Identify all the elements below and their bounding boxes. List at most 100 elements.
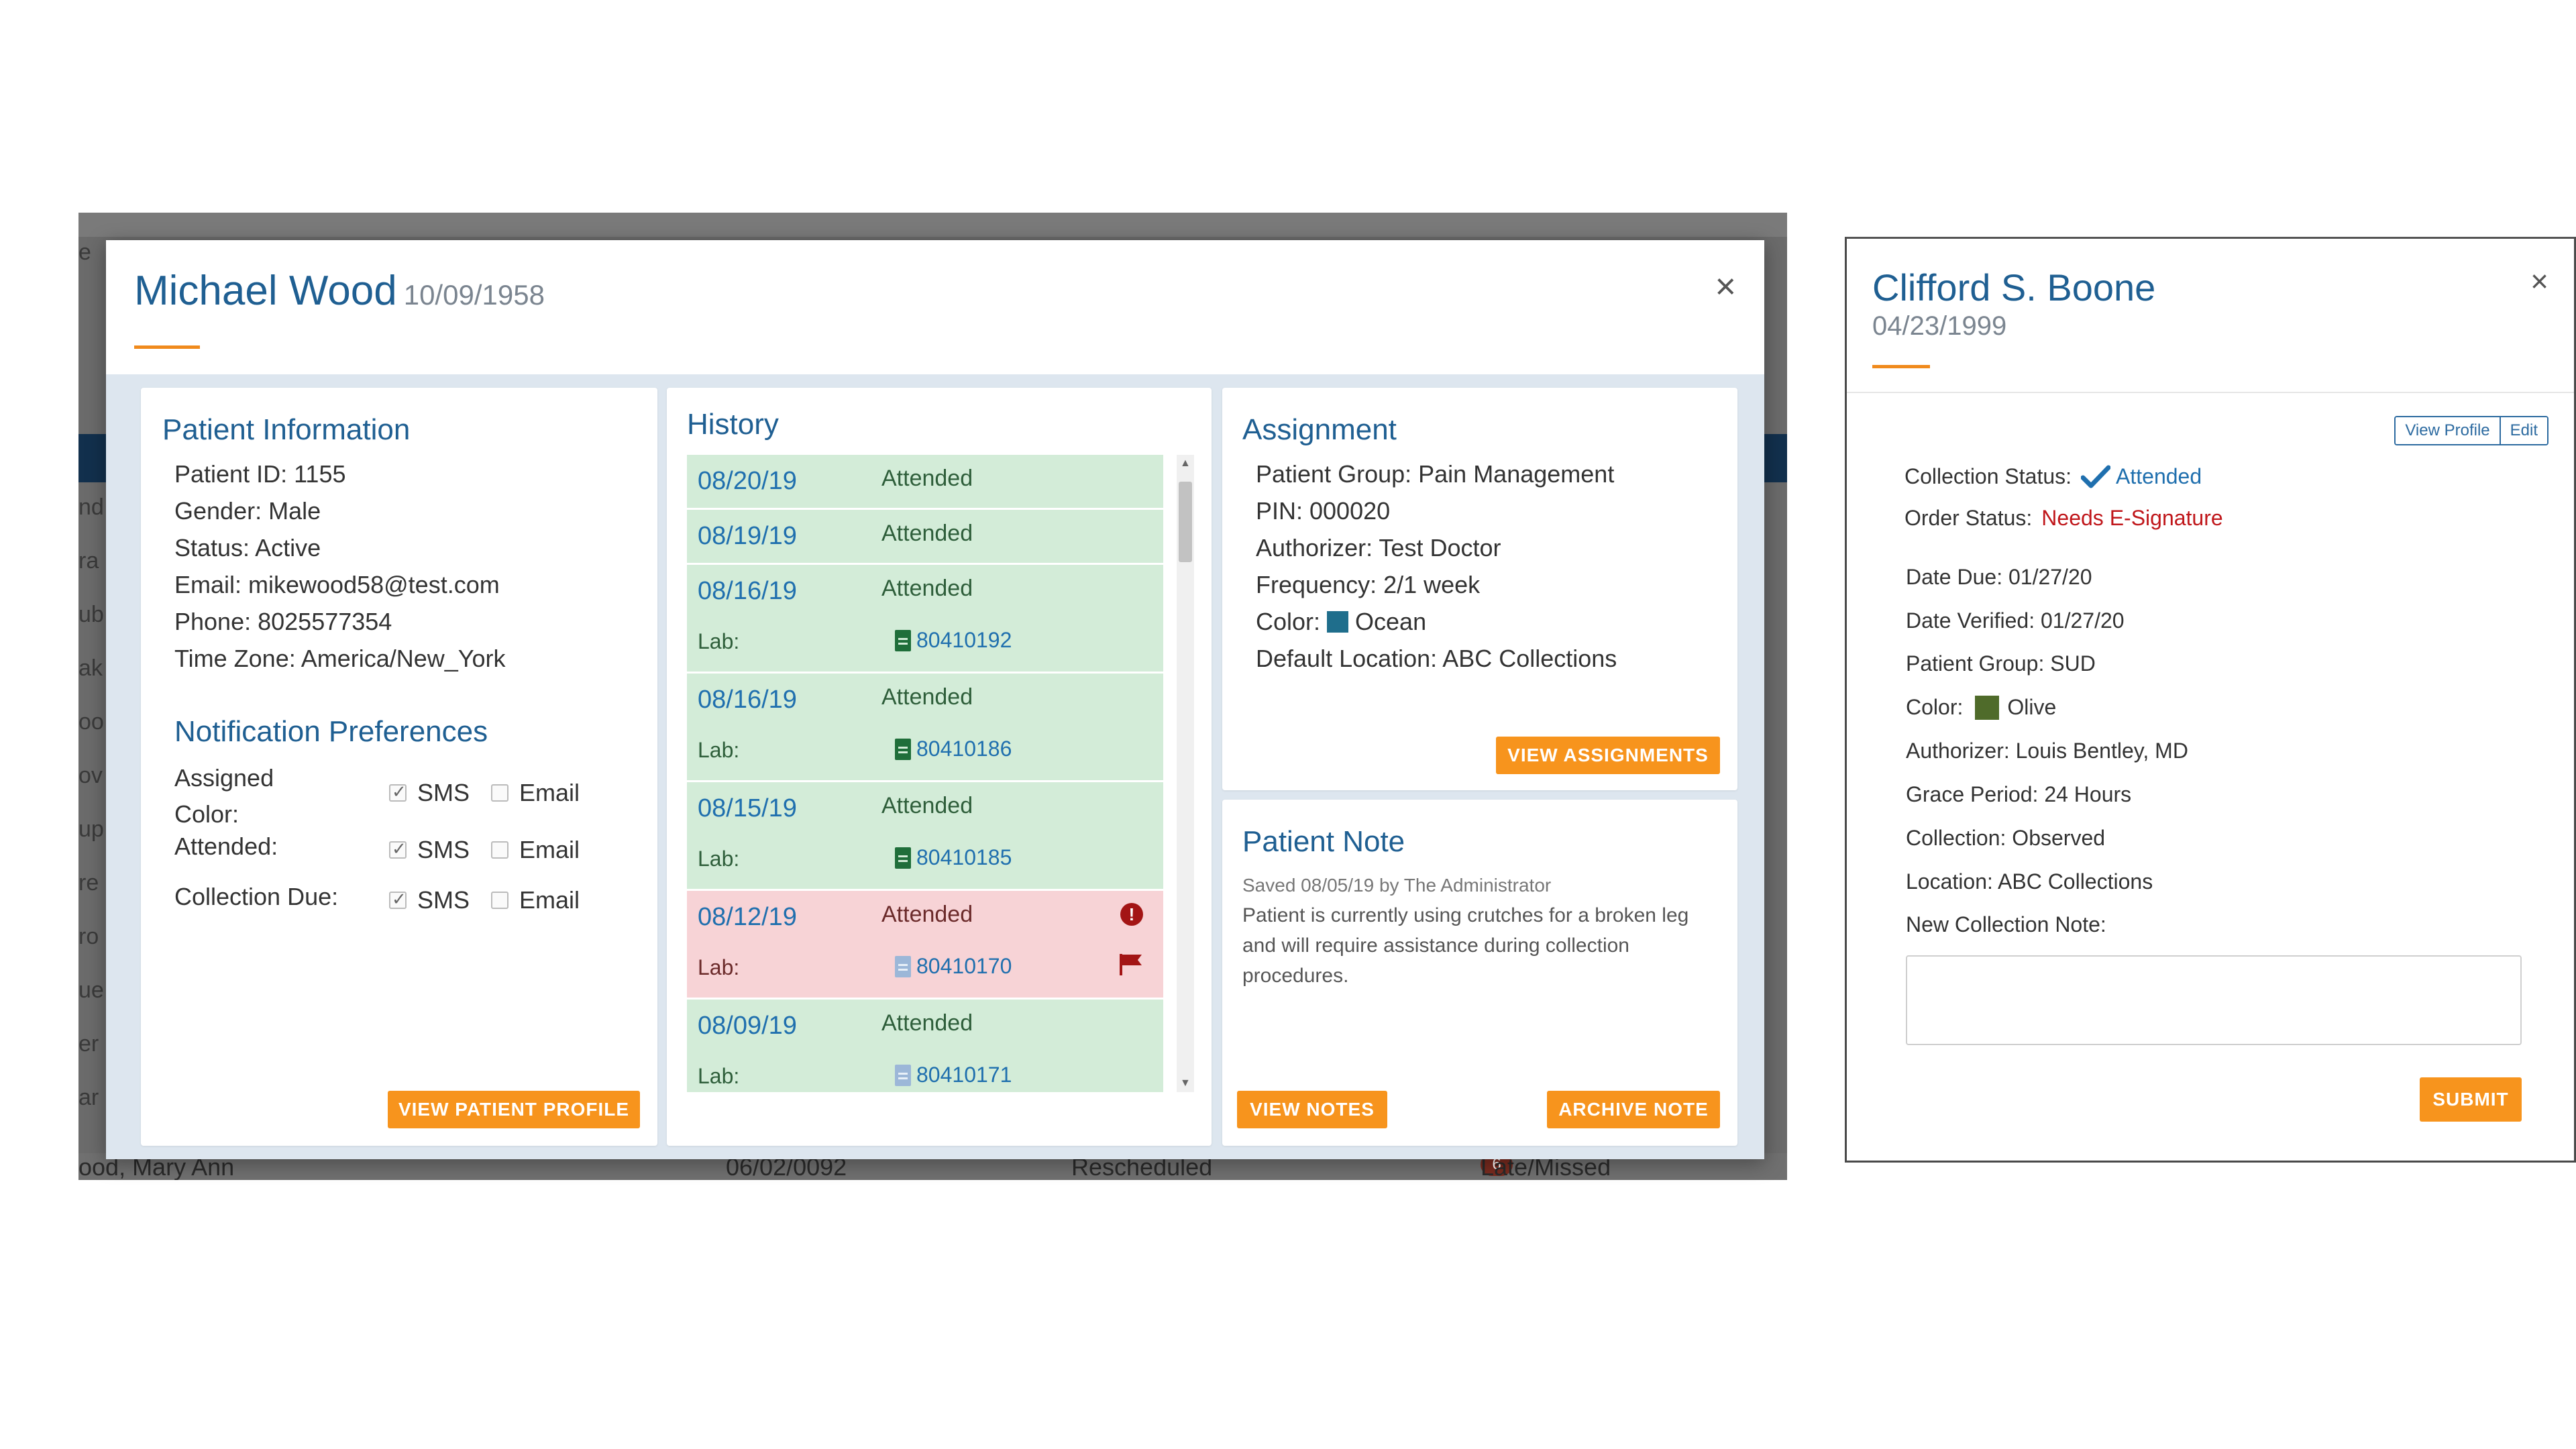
history-status: Attended xyxy=(881,466,973,491)
document-icon xyxy=(895,629,911,651)
order-status: Order Status: Needs E-Signature xyxy=(1904,506,2223,531)
checkbox-icon[interactable] xyxy=(389,889,407,910)
pref-email-assigned-color[interactable]: Email xyxy=(491,779,580,807)
lab-number[interactable]: 80410185 xyxy=(916,845,1012,870)
panel-patient-name: Clifford S. Boone xyxy=(1872,266,2156,309)
modal-title: Michael Wood 10/09/1958 xyxy=(134,267,545,315)
checkmark-icon xyxy=(2081,465,2111,488)
patient-dob: 10/09/1958 xyxy=(403,279,545,311)
patient-group: Patient Group: SUD xyxy=(1906,651,2096,676)
color-swatch xyxy=(1327,611,1349,633)
assignment-frequency: Frequency: 2/1 week xyxy=(1256,571,1481,598)
lab-number[interactable]: 80410186 xyxy=(916,737,1012,761)
pref-sms-collection-due[interactable]: SMS xyxy=(389,886,470,914)
checkbox-icon[interactable] xyxy=(491,841,508,859)
patient-phone: Phone: 8025577354 xyxy=(174,608,392,635)
assignment-default-location: Default Location: ABC Collections xyxy=(1256,645,1617,672)
pref-sms-attended[interactable]: SMS xyxy=(389,836,470,864)
history-scrollbar[interactable]: ▲ ▼ xyxy=(1177,455,1194,1092)
panel-accent-line xyxy=(1872,365,1930,368)
history-date: 08/20/19 xyxy=(698,467,797,495)
history-title: History xyxy=(687,408,779,441)
note-saved-meta: Saved 08/05/19 by The Administrator xyxy=(1242,875,1552,896)
history-list[interactable]: 08/20/19 Attended 08/19/19 Attended 08/1… xyxy=(687,455,1177,1092)
date-verified: Date Verified: 01/27/20 xyxy=(1906,608,2125,633)
history-lab-link[interactable]: 80410186 xyxy=(895,737,1012,761)
scrollbar-thumb[interactable] xyxy=(1179,482,1192,562)
lab-number[interactable]: 80410171 xyxy=(916,1063,1012,1087)
history-date: 08/19/19 xyxy=(698,522,797,550)
patient-gender: Gender: Male xyxy=(174,497,321,525)
history-date: 08/12/19 xyxy=(698,903,797,931)
assignment-authorizer: Authorizer: Test Doctor xyxy=(1256,534,1501,561)
history-status: Attended xyxy=(881,793,973,818)
panel-color-name: Olive xyxy=(2007,695,2057,719)
assignment-color-label: Color: xyxy=(1256,608,1321,635)
pref-label-assigned-color: Assigned Color: xyxy=(174,764,274,828)
checkbox-icon[interactable] xyxy=(491,892,508,909)
patient-email: Email: mikewood58@test.com xyxy=(174,571,500,598)
history-item[interactable]: 08/16/19 Attended Lab: 80410186 xyxy=(687,674,1163,782)
close-button[interactable]: × xyxy=(1715,268,1736,305)
history-date: 08/09/19 xyxy=(698,1012,797,1040)
lab-number[interactable]: 80410192 xyxy=(916,628,1012,653)
view-assignments-button[interactable]: VIEW ASSIGNMENTS xyxy=(1496,737,1720,774)
sms-label: SMS xyxy=(417,779,470,806)
assignment-color: Color: Ocean xyxy=(1256,608,1426,636)
document-icon xyxy=(895,1064,911,1086)
document-icon xyxy=(895,955,911,977)
archive-note-button[interactable]: ARCHIVE NOTE xyxy=(1547,1091,1720,1128)
history-lab-link[interactable]: 80410170 xyxy=(895,954,1012,979)
history-item[interactable]: 08/20/19 Attended xyxy=(687,455,1163,510)
note-text: Patient is currently using crutches for … xyxy=(1242,904,1689,987)
panel-patient-dob: 04/23/1999 xyxy=(1872,311,2007,341)
pref-email-collection-due[interactable]: Email xyxy=(491,886,580,914)
checkbox-icon[interactable] xyxy=(491,784,508,802)
history-item-alert[interactable]: 08/12/19 Attended ! Lab: 80410170 xyxy=(687,891,1163,1000)
pref-sms-assigned-color[interactable]: SMS xyxy=(389,779,470,807)
pref-label-attended: Attended: xyxy=(174,833,278,860)
grace-period: Grace Period: 24 Hours xyxy=(1906,782,2132,806)
collection-type: Collection: Observed xyxy=(1906,826,2106,850)
history-lab-label: Lab: xyxy=(698,955,740,979)
patient-timezone: Time Zone: America/New_York xyxy=(174,645,506,672)
history-item[interactable]: 08/15/19 Attended Lab: 80410185 xyxy=(687,782,1163,891)
panel-close-button[interactable]: × xyxy=(2530,266,2548,297)
new-collection-note-label: New Collection Note: xyxy=(1906,912,2106,936)
new-collection-note-field[interactable] xyxy=(1906,955,2522,1045)
history-item[interactable]: 08/16/19 Attended Lab: 80410192 xyxy=(687,565,1163,674)
scroll-down-icon[interactable]: ▼ xyxy=(1180,1077,1191,1089)
pref-label-collection-due: Collection Due: xyxy=(174,883,339,910)
history-item[interactable]: 08/19/19 Attended xyxy=(687,510,1163,565)
history-date: 08/16/19 xyxy=(698,686,797,714)
patient-modal: Michael Wood 10/09/1958 × Patient Informa… xyxy=(106,240,1764,1159)
panel-color: Color: Olive xyxy=(1906,695,2056,720)
email-label: Email xyxy=(519,886,580,914)
checkbox-icon[interactable] xyxy=(389,782,407,802)
view-notes-button[interactable]: VIEW NOTES xyxy=(1237,1091,1387,1128)
submit-button[interactable]: SUBMIT xyxy=(2420,1077,2522,1122)
alert-icon[interactable]: ! xyxy=(1120,903,1143,926)
history-lab-link[interactable]: 80410192 xyxy=(895,628,1012,653)
patient-status: Status: Active xyxy=(174,534,321,561)
assignment-patient-group: Patient Group: Pain Management xyxy=(1256,460,1615,488)
history-item[interactable]: 08/09/19 Attended Lab: 80410171 xyxy=(687,1000,1163,1092)
edit-button[interactable]: Edit xyxy=(2499,417,2547,444)
order-status-value: Needs E-Signature xyxy=(2041,506,2223,530)
history-card: History 08/20/19 Attended 08/19/19 Atten… xyxy=(667,388,1212,1146)
view-profile-button[interactable]: View Profile xyxy=(2396,417,2500,444)
sms-label: SMS xyxy=(417,886,470,914)
order-status-label: Order Status: xyxy=(1904,506,2033,530)
history-lab-label: Lab: xyxy=(698,1064,740,1088)
scroll-up-icon[interactable]: ▲ xyxy=(1180,458,1191,470)
lab-number[interactable]: 80410170 xyxy=(916,954,1012,979)
pref-email-attended[interactable]: Email xyxy=(491,836,580,864)
history-lab-link[interactable]: 80410185 xyxy=(895,845,1012,870)
patient-note-card: Patient Note Saved 08/05/19 by The Admin… xyxy=(1222,800,1737,1146)
checkbox-icon[interactable] xyxy=(389,839,407,859)
history-lab-link[interactable]: 80410171 xyxy=(895,1063,1012,1087)
flag-icon[interactable] xyxy=(1118,953,1144,977)
history-lab-label: Lab: xyxy=(698,738,740,762)
view-patient-profile-button[interactable]: VIEW PATIENT PROFILE xyxy=(388,1091,640,1128)
collection-detail-panel: Clifford S. Boone 04/23/1999 × View Prof… xyxy=(1845,237,2576,1163)
